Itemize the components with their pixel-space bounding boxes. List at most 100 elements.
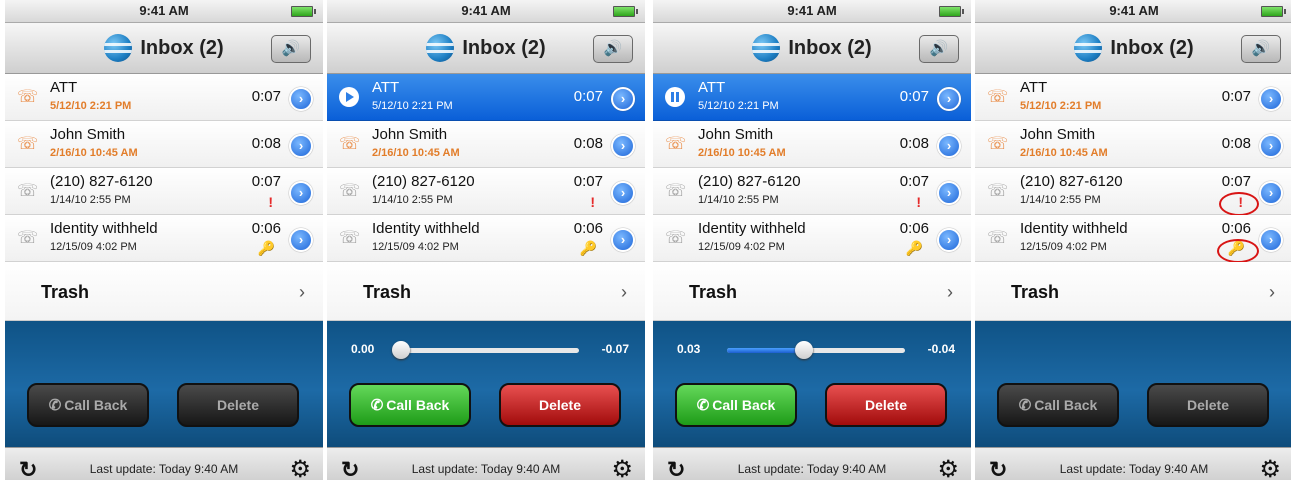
- key-icon: 🔑: [579, 240, 597, 256]
- list-item[interactable]: ☏ John Smith 2/16/10 10:45 AM 0:08 ›: [5, 121, 323, 168]
- highlight-circle: [1217, 239, 1259, 263]
- list-item[interactable]: ☏ John Smith 2/16/10 10:45 AM 0:08 ›: [327, 121, 645, 168]
- delete-button[interactable]: Delete: [1147, 383, 1269, 427]
- last-update-label: Last update: Today 9:40 AM: [1059, 462, 1209, 476]
- slider-track[interactable]: [727, 341, 905, 359]
- gear-icon[interactable]: ⚙: [289, 455, 311, 480]
- status-bar: 9:41 AM: [653, 0, 971, 23]
- list-item[interactable]: ☏ Identity withheld 12/15/09 4:02 PM 0:06 🔑 ›: [327, 215, 645, 262]
- call-date: 12/15/09 4:02 PM: [698, 241, 785, 253]
- trash-label: Trash: [41, 282, 90, 302]
- call-date: 1/14/10 2:55 PM: [50, 194, 131, 206]
- call-back-button[interactable]: ✆ Call Back: [27, 383, 149, 427]
- speaker-button[interactable]: 🔊: [1241, 35, 1281, 63]
- chevron-right-icon[interactable]: ›: [937, 87, 961, 111]
- nav-bar: Inbox (2) 🔊: [5, 23, 323, 74]
- gear-icon[interactable]: ⚙: [937, 455, 959, 480]
- player-panel: 0.00 -0.07 ✆ Call Back Delete: [327, 321, 645, 447]
- trash-label: Trash: [363, 282, 412, 302]
- chevron-right-icon[interactable]: ›: [611, 87, 635, 111]
- caller-name: John Smith: [1020, 126, 1096, 143]
- list-item[interactable]: ☏ (210) 827-6120 1/14/10 2:55 PM 0:07! ›: [5, 168, 323, 215]
- list-item[interactable]: ☏ John Smith 2/16/10 10:45 AM 0:08 ›: [653, 121, 971, 168]
- trash-row[interactable]: Trash ›: [327, 262, 645, 321]
- nav-bar: Inbox (2) 🔊: [975, 23, 1291, 74]
- duration: 0:06: [1221, 220, 1251, 237]
- list-item[interactable]: ☏ ATT 5/12/10 2:21 PM 0:07 ›: [975, 74, 1291, 121]
- list-item[interactable]: ☏ (210) 827-6120 1/14/10 2:55 PM 0:07! ›: [327, 168, 645, 215]
- chevron-right-icon[interactable]: ›: [289, 228, 313, 252]
- playback-slider[interactable]: 0.03 -0.04: [653, 337, 971, 363]
- speaker-button[interactable]: 🔊: [593, 35, 633, 63]
- call-back-button[interactable]: ✆ Call Back: [349, 383, 471, 427]
- speaker-button[interactable]: 🔊: [919, 35, 959, 63]
- call-back-button[interactable]: ✆ Call Back: [675, 383, 797, 427]
- status-time: 9:41 AM: [787, 3, 837, 18]
- list-item[interactable]: ATT 5/12/10 2:21 PM 0:07 ›: [327, 74, 645, 121]
- call-back-label: Call Back: [712, 397, 776, 413]
- list-item[interactable]: ATT 5/12/10 2:21 PM 0:07 ›: [653, 74, 971, 121]
- duration: 0:07: [573, 173, 603, 190]
- caller-name: (210) 827-6120: [698, 173, 801, 190]
- phone-handset-icon: ✆: [370, 397, 384, 414]
- duration: 0:07: [899, 88, 929, 105]
- phone-handset-icon: ☏: [987, 181, 1009, 200]
- chevron-right-icon[interactable]: ›: [289, 134, 313, 158]
- chevron-right-icon[interactable]: ›: [937, 228, 961, 252]
- list-item[interactable]: ☏ Identity withheld 12/15/09 4:02 PM 0:06 🔑 ›: [5, 215, 323, 262]
- phone-screen-2: 9:41 AM Inbox (2) 🔊 ATT 5/12/10 2:21 PM 0:07 ›…: [327, 0, 645, 480]
- phone-screen-4: 9:41 AM Inbox (2) 🔊 ☏ ATT 5/12/10 2:21 PM 0:07…: [975, 0, 1291, 480]
- call-back-button[interactable]: ✆ Call Back: [997, 383, 1119, 427]
- pause-icon[interactable]: [665, 87, 685, 107]
- trash-row[interactable]: Trash ›: [653, 262, 971, 321]
- gear-icon[interactable]: ⚙: [1259, 455, 1281, 480]
- speaker-icon: 🔊: [1251, 40, 1271, 57]
- battery-icon: [939, 6, 964, 17]
- phone-handset-icon: ☏: [17, 134, 39, 153]
- slider-track[interactable]: [392, 341, 579, 359]
- chevron-right-icon[interactable]: ›: [289, 181, 313, 205]
- bottom-toolbar: ↻ Last update: Today 9:40 AM ⚙: [653, 447, 971, 480]
- list-item[interactable]: ☏ John Smith 2/16/10 10:45 AM 0:08 ›: [975, 121, 1291, 168]
- trash-row[interactable]: Trash ›: [5, 262, 323, 321]
- list-item[interactable]: ☏ Identity withheld 12/15/09 4:02 PM 0:06 🔑 ›: [653, 215, 971, 262]
- duration: 0:07: [251, 173, 281, 190]
- playback-slider[interactable]: 0.00 -0.07: [327, 337, 645, 363]
- delete-button[interactable]: Delete: [177, 383, 299, 427]
- play-icon[interactable]: [339, 87, 359, 107]
- delete-button[interactable]: Delete: [499, 383, 621, 427]
- chevron-right-icon: ›: [1269, 282, 1275, 302]
- trash-row[interactable]: Trash ›: [975, 262, 1291, 321]
- speaker-button[interactable]: 🔊: [271, 35, 311, 63]
- speaker-icon: 🔊: [603, 40, 623, 57]
- chevron-right-icon[interactable]: ›: [1259, 181, 1283, 205]
- list-item[interactable]: ☏ (210) 827-6120 1/14/10 2:55 PM 0:07! ›: [653, 168, 971, 215]
- phone-handset-icon: ☏: [665, 228, 687, 247]
- slider-knob[interactable]: [794, 341, 813, 359]
- chevron-right-icon[interactable]: ›: [611, 134, 635, 158]
- phone-handset-icon: ☏: [17, 228, 39, 247]
- call-date: 2/16/10 10:45 AM: [50, 147, 138, 159]
- speaker-icon: 🔊: [929, 40, 949, 57]
- duration: 0:08: [899, 135, 929, 152]
- phone-handset-icon: ✆: [1018, 397, 1032, 414]
- phone-handset-icon: ☏: [987, 228, 1009, 247]
- chevron-right-icon[interactable]: ›: [1259, 228, 1283, 252]
- call-date: 5/12/10 2:21 PM: [698, 100, 779, 112]
- att-globe-icon: [1074, 34, 1103, 62]
- gear-icon[interactable]: ⚙: [611, 455, 633, 480]
- delete-button[interactable]: Delete: [825, 383, 947, 427]
- list-item[interactable]: ☏ ATT 5/12/10 2:21 PM 0:07 ›: [5, 74, 323, 121]
- chevron-right-icon[interactable]: ›: [937, 181, 961, 205]
- chevron-right-icon[interactable]: ›: [611, 181, 635, 205]
- phone-handset-icon: ☏: [665, 181, 687, 200]
- chevron-right-icon[interactable]: ›: [289, 87, 313, 111]
- list-item[interactable]: ☏ Identity withheld 12/15/09 4:02 PM 0:06 🔑 ›: [975, 215, 1291, 263]
- chevron-right-icon[interactable]: ›: [1259, 87, 1283, 111]
- list-item[interactable]: ☏ (210) 827-6120 1/14/10 2:55 PM 0:07! ›: [975, 168, 1291, 216]
- chevron-right-icon[interactable]: ›: [937, 134, 961, 158]
- player-panel: ✆ Call Back Delete: [975, 321, 1291, 447]
- chevron-right-icon[interactable]: ›: [611, 228, 635, 252]
- slider-knob[interactable]: [392, 341, 410, 359]
- chevron-right-icon[interactable]: ›: [1259, 134, 1283, 158]
